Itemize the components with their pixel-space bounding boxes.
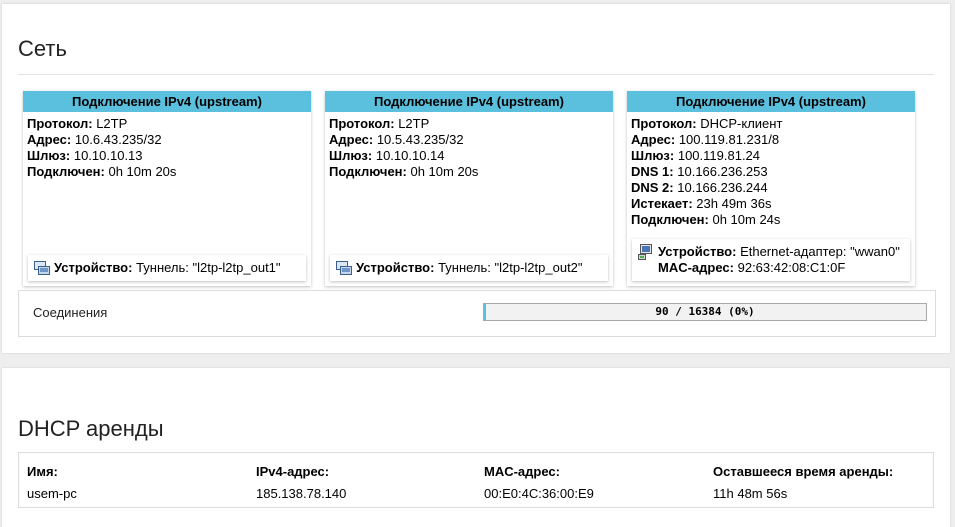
device-box: Устройство: Туннель: "l2tp-l2tp_out1": [28, 255, 306, 281]
connections-row: Соединения 90 / 16384 (0%): [18, 290, 936, 337]
column-header-ipv4: IPv4-адрес:: [256, 464, 330, 479]
field-gateway: Шлюз: 10.10.10.14: [329, 148, 445, 163]
dhcp-title: DHCP аренды: [18, 416, 164, 441]
section-divider: [18, 74, 934, 75]
ethernet-icon: [638, 244, 652, 260]
field-dns1: DNS 1: 10.166.236.253: [631, 164, 768, 179]
column-header-mac: MAC-адрес:: [484, 464, 560, 479]
lease-ipv4: 185.138.78.140: [256, 486, 347, 501]
field-gateway: Шлюз: 10.10.10.13: [27, 148, 143, 163]
lease-remaining: 11h 48m 56s: [713, 486, 788, 501]
field-connected: Подключен: 0h 10m 24s: [631, 212, 781, 227]
field-protocol: Протокол: DHCP-клиент: [631, 116, 783, 131]
network-title: Сеть: [18, 36, 67, 61]
field-connected: Подключен: 0h 10m 20s: [27, 164, 177, 179]
device-box: Устройство: Туннель: "l2tp-l2tp_out2": [330, 255, 608, 281]
tunnel-icon: [336, 261, 352, 275]
interface-card-header: Подключение IPv4 (upstream): [23, 91, 311, 112]
dhcp-lease-table: Имя: IPv4-адрес: MAC-адрес: Оставшееся в…: [18, 452, 934, 508]
connections-progress-fill: [484, 304, 487, 320]
field-address: Адрес: 10.6.43.235/32: [27, 132, 162, 147]
field-connected: Подключен: 0h 10m 20s: [329, 164, 479, 179]
tunnel-icon: [34, 261, 50, 275]
connections-label: Соединения: [33, 305, 108, 320]
field-address: Адрес: 10.5.43.235/32: [329, 132, 464, 147]
connections-progress-text: 90 / 16384 (0%): [655, 305, 755, 318]
field-dns2: DNS 2: 10.166.236.244: [631, 180, 768, 195]
field-protocol: Протокол: L2TP: [27, 116, 128, 131]
column-header-lease-time: Оставшееся время аренды:: [713, 464, 894, 479]
interface-card-1: Подключение IPv4 (upstream) Протокол: L2…: [23, 91, 311, 286]
interface-card-3: Подключение IPv4 (upstream) Протокол: DH…: [627, 91, 915, 286]
field-protocol: Протокол: L2TP: [329, 116, 430, 131]
field-address: Адрес: 100.119.81.231/8: [631, 132, 780, 147]
dhcp-panel: DHCP аренды Имя: IPv4-адрес: MAC-адрес: …: [2, 368, 950, 527]
network-panel: Сеть Подключение IPv4 (upstream) Протоко…: [2, 4, 950, 353]
lease-mac: 00:E0:4C:36:00:E9: [484, 486, 594, 501]
lease-hostname: usem-pc: [27, 486, 77, 501]
device-box: Устройство: Ethernet-адаптер: "wwan0" MA…: [632, 239, 910, 281]
interface-card-2: Подключение IPv4 (upstream) Протокол: L2…: [325, 91, 613, 286]
field-expires: Истекает: 23h 49m 36s: [631, 196, 772, 211]
interface-card-header: Подключение IPv4 (upstream): [325, 91, 613, 112]
connections-progress-bar: 90 / 16384 (0%): [483, 303, 927, 321]
interface-card-header: Подключение IPv4 (upstream): [627, 91, 915, 112]
field-gateway: Шлюз: 100.119.81.24: [631, 148, 761, 163]
column-header-name: Имя:: [27, 464, 58, 479]
